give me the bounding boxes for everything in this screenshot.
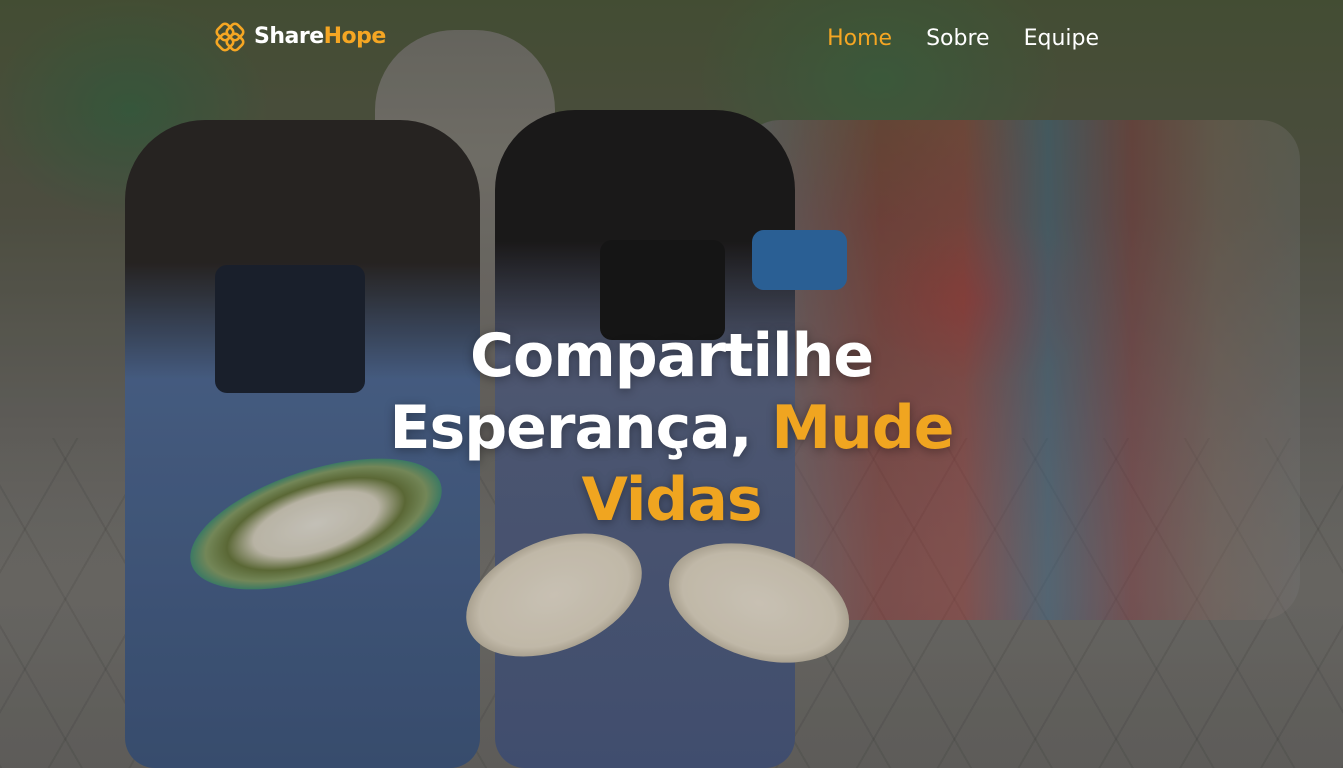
- headline-line2-white: Esperança,: [389, 393, 772, 464]
- brand-name: ShareHope: [254, 19, 386, 55]
- hero-section: ShareHope Home Sobre Equipe Compartilhe …: [0, 0, 1343, 768]
- nav-item-equipe[interactable]: Equipe: [1024, 24, 1099, 54]
- headline-line1: Compartilhe: [469, 321, 874, 392]
- nav-item-sobre[interactable]: Sobre: [926, 24, 990, 54]
- headline-line2-accent: Mude: [771, 393, 954, 464]
- nav-item-home[interactable]: Home: [827, 24, 892, 54]
- brand-name-share: Share: [254, 24, 324, 49]
- navbar: ShareHope Home Sobre Equipe: [0, 0, 1343, 76]
- brand-name-hope: Hope: [323, 24, 387, 49]
- hero-headline: Compartilhe Esperança, Mude Vidas: [0, 320, 1343, 536]
- main-nav: Home Sobre Equipe: [827, 24, 1099, 54]
- brand-logo-link[interactable]: ShareHope: [212, 19, 386, 55]
- headline-line3-accent: Vidas: [581, 465, 762, 536]
- interlocking-rings-icon: [215, 22, 245, 52]
